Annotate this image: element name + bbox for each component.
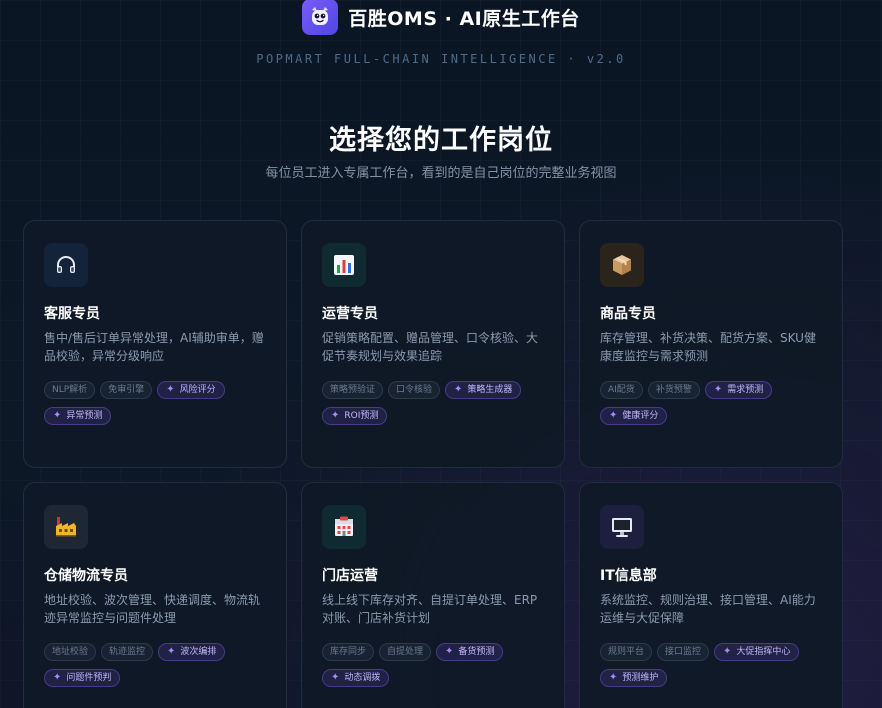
role-card-it-department[interactable]: IT信息部 系统监控、规则治理、接口管理、AI能力运维与大促保障 规则平台 接口… <box>579 482 843 708</box>
package-box-icon <box>600 243 644 287</box>
ai-tag-label: 异常预测 <box>66 411 103 421</box>
ai-tag-label: 策略生成器 <box>467 385 513 395</box>
role-title: 客服专员 <box>44 306 100 322</box>
role-description: 售中/售后订单异常处理，AI辅助审单，赠品校验，异常分级响应 <box>44 331 264 363</box>
sparkle-icon: ✦ <box>166 384 175 395</box>
sparkle-icon: ✦ <box>713 384 723 395</box>
ai-feature-tag: ✦ 备货预测 <box>436 643 504 661</box>
ai-tag-label: 动态调拨 <box>344 673 381 683</box>
ai-feature-tag: ✦ 风险评分 <box>157 381 225 399</box>
ai-feature-tag: ✦ 异常预测 <box>44 407 112 425</box>
role-description: 库存管理、补货决策、配货方案、SKU健康度监控与需求预测 <box>600 331 816 363</box>
role-title: 运营专员 <box>322 306 378 322</box>
tag-list: 库存同步 自提处理 ✦ 备货预测 ✦ 动态调拨 <box>322 643 544 687</box>
feature-tag: 规则平台 <box>600 643 653 661</box>
sparkle-icon: ✦ <box>331 672 340 683</box>
ai-feature-tag: ✦ 需求预测 <box>704 381 773 399</box>
sparkle-icon: ✦ <box>454 384 463 395</box>
feature-tag: 免审引擎 <box>100 381 153 399</box>
role-title: IT信息部 <box>600 568 657 584</box>
role-card-customer-service[interactable]: 客服专员 售中/售后订单异常处理，AI辅助审单，赠品校验，异常分级响应 NLP解… <box>23 220 287 468</box>
page-title: 选择您的工作岗位 <box>329 125 553 156</box>
tag-list: NLP解析 免审引擎 ✦ 风险评分 ✦ 异常预测 <box>44 381 266 425</box>
sparkle-icon: ✦ <box>53 410 62 421</box>
ai-feature-tag: ✦ 问题件预判 <box>44 669 121 687</box>
feature-tag: 地址校验 <box>44 643 97 661</box>
monitor-icon <box>600 505 644 549</box>
ai-tag-label: 健康评分 <box>622 411 659 421</box>
role-description: 促销策略配置、赠品管理、口令核验、大促节奏规划与效果追踪 <box>322 331 539 363</box>
ai-feature-tag: ✦ 预测维护 <box>600 669 668 687</box>
ai-feature-tag: ✦ ROI预测 <box>322 407 388 425</box>
feature-tag: 轨迹监控 <box>101 643 154 661</box>
ai-tag-label: 预测维护 <box>622 673 659 683</box>
role-card-merchandise[interactable]: 商品专员 库存管理、补货决策、配货方案、SKU健康度监控与需求预测 AI配货 补… <box>579 220 843 468</box>
ai-feature-tag: ✦ 策略生成器 <box>445 381 522 399</box>
role-card-operations[interactable]: 运营专员 促销策略配置、赠品管理、口令核验、大促节奏规划与效果追踪 策略预验证 … <box>301 220 565 468</box>
ai-tag-label: 大促指挥中心 <box>736 647 791 657</box>
feature-tag: 补货预警 <box>647 381 700 399</box>
feature-tag: NLP解析 <box>44 381 96 399</box>
sparkle-icon: ✦ <box>167 646 176 657</box>
sparkle-icon: ✦ <box>445 646 454 657</box>
ai-tag-label: 备货预测 <box>458 647 495 657</box>
role-description: 地址校验、波次管理、快递调度、物流轨迹异常监控与问题件处理 <box>44 593 261 625</box>
feature-tag: AI配货 <box>600 381 643 399</box>
role-title: 商品专员 <box>600 306 656 322</box>
feature-tag: 口令核验 <box>388 381 441 399</box>
feature-tag: 库存同步 <box>322 643 375 661</box>
sparkle-icon: ✦ <box>609 672 618 683</box>
app-header: 百胜OMS · AI原生工作台 <box>0 0 882 40</box>
app-title: 百胜OMS · AI原生工作台 <box>348 7 580 30</box>
tag-list: 规则平台 接口监控 ✦ 大促指挥中心 ✦ 预测维护 <box>600 643 822 687</box>
ai-feature-tag: ✦ 健康评分 <box>600 407 668 425</box>
tagline: POPMART FULL-CHAIN INTELLIGENCE · v2.0 <box>256 52 626 66</box>
tag-list: 地址校验 轨迹监控 ✦ 波次编排 ✦ 问题件预判 <box>44 643 266 687</box>
feature-tag: 策略预验证 <box>322 381 384 399</box>
ai-feature-tag: ✦ 动态调拨 <box>322 669 390 687</box>
role-description: 系统监控、规则治理、接口管理、AI能力运维与大促保障 <box>600 593 816 625</box>
sparkle-icon: ✦ <box>723 646 732 657</box>
robot-mascot-icon <box>302 0 339 35</box>
sparkle-icon: ✦ <box>609 410 618 421</box>
ai-tag-label: 风险评分 <box>179 385 216 395</box>
page-subtitle: 每位员工进入专属工作台，看到的是自己岗位的完整业务视图 <box>265 166 617 181</box>
store-icon <box>322 505 366 549</box>
role-title: 仓储物流专员 <box>44 568 128 584</box>
ai-tag-label: ROI预测 <box>344 411 379 421</box>
ai-tag-label: 波次编排 <box>180 647 217 657</box>
feature-tag: 自提处理 <box>379 643 432 661</box>
bar-chart-icon <box>322 243 366 287</box>
headphones-icon <box>44 243 88 287</box>
ai-feature-tag: ✦ 大促指挥中心 <box>714 643 800 661</box>
sparkle-icon: ✦ <box>331 410 340 421</box>
factory-icon <box>44 505 88 549</box>
ai-tag-label: 问题件预判 <box>66 673 112 683</box>
role-card-store-operations[interactable]: 门店运营 线上线下库存对齐、自提订单处理、ERP对账、门店补货计划 库存同步 自… <box>301 482 565 708</box>
feature-tag: 接口监控 <box>657 643 710 661</box>
role-card-warehouse-logistics[interactable]: 仓储物流专员 地址校验、波次管理、快递调度、物流轨迹异常监控与问题件处理 地址校… <box>23 482 287 708</box>
sparkle-icon: ✦ <box>53 672 62 683</box>
tag-list: AI配货 补货预警 ✦ 需求预测 ✦ 健康评分 <box>600 381 822 425</box>
role-title: 门店运营 <box>322 568 378 584</box>
ai-feature-tag: ✦ 波次编排 <box>158 643 226 661</box>
ai-tag-label: 需求预测 <box>727 385 764 395</box>
role-description: 线上线下库存对齐、自提订单处理、ERP对账、门店补货计划 <box>322 593 538 625</box>
tag-list: 策略预验证 口令核验 ✦ 策略生成器 ✦ ROI预测 <box>322 381 544 425</box>
